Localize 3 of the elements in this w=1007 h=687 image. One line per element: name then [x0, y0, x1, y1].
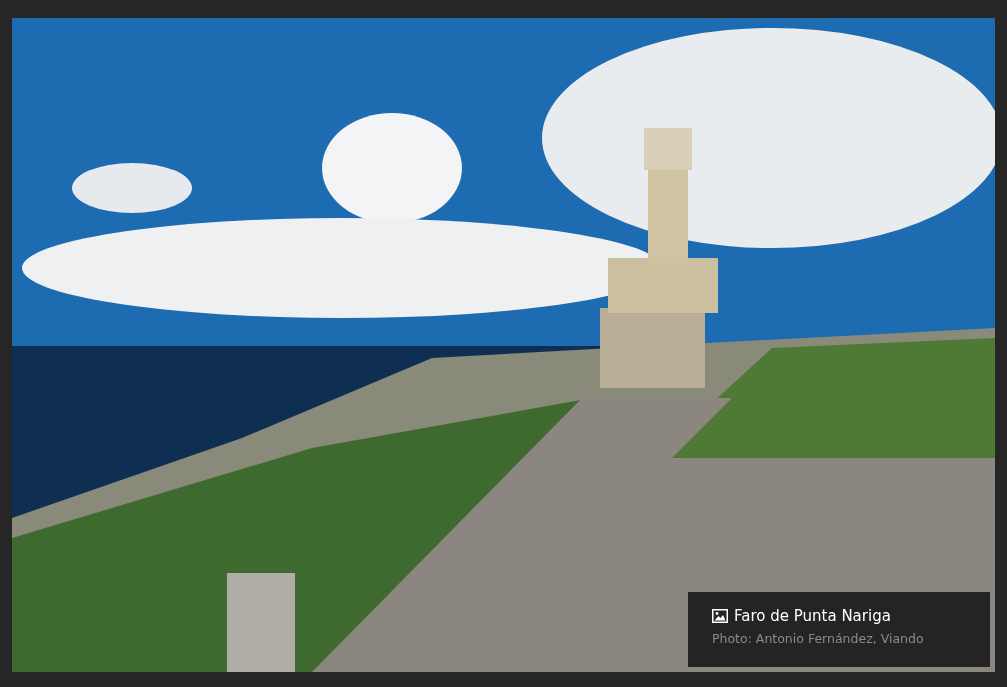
photo-credit: Photo: Antonio Fernández, Viando: [712, 631, 925, 646]
photo-title: Faro de Punta Nariga: [734, 607, 891, 625]
image-icon: [712, 609, 728, 623]
